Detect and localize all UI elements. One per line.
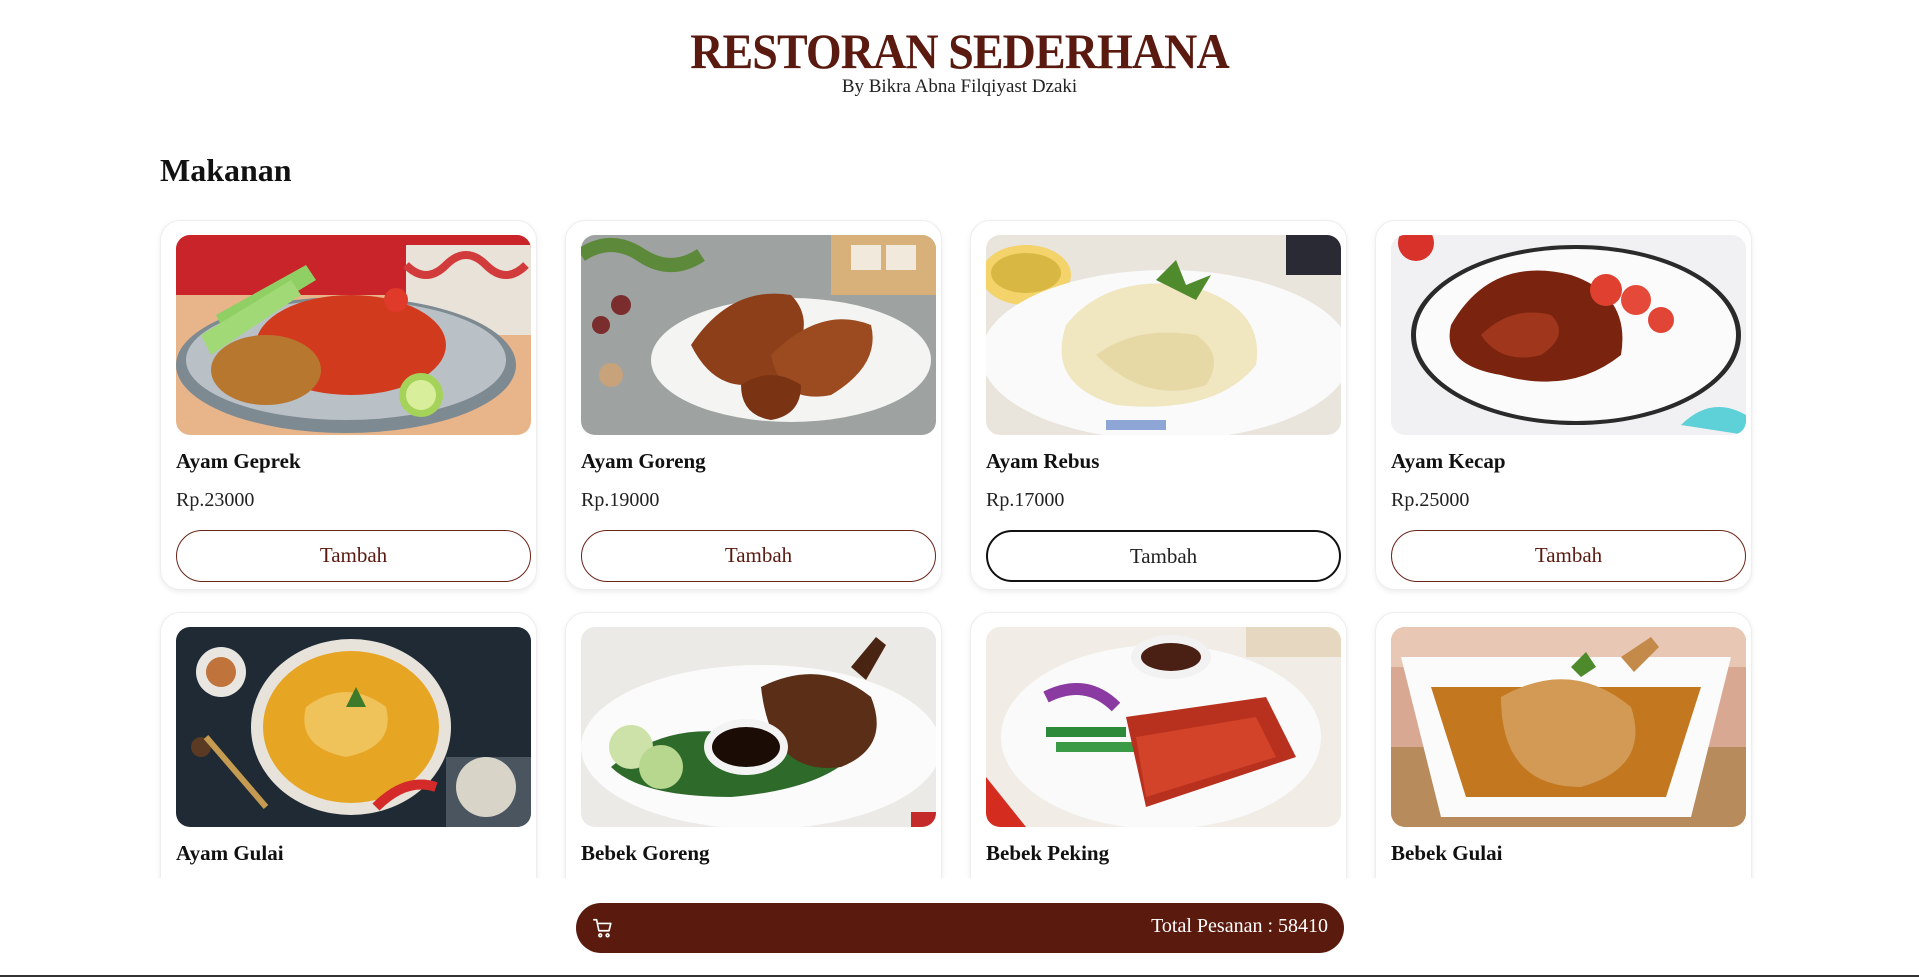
- food-price: Rp.23000: [176, 489, 255, 511]
- menu-card: Ayam Goreng Rp.19000 Tambah: [565, 220, 942, 590]
- food-name: Ayam Kecap: [1391, 449, 1506, 473]
- add-button[interactable]: Tambah: [1391, 530, 1746, 582]
- food-image: [1391, 627, 1746, 827]
- food-image: [176, 627, 531, 827]
- menu-card: Ayam Kecap Rp.25000 Tambah: [1375, 220, 1752, 590]
- menu-card: Bebek Gulai Tambah: [1375, 612, 1752, 878]
- food-image: [581, 627, 936, 827]
- menu-card: Ayam Geprek Rp.23000 Tambah: [160, 220, 537, 590]
- food-name: Ayam Gulai: [176, 841, 284, 865]
- cart-icon: [592, 917, 614, 939]
- food-name: Bebek Goreng: [581, 841, 710, 865]
- menu-grid: Ayam Geprek Rp.23000 Tambah Ayam Goreng …: [0, 0, 1919, 878]
- menu-card: Bebek Goreng Tambah: [565, 612, 942, 878]
- menu-card: Ayam Rebus Rp.17000 Tambah: [970, 220, 1347, 590]
- food-image: [581, 235, 936, 435]
- food-price: Rp.25000: [1391, 489, 1470, 511]
- add-button[interactable]: Tambah: [581, 530, 936, 582]
- menu-card: Ayam Gulai Tambah: [160, 612, 537, 878]
- food-name: Ayam Rebus: [986, 449, 1100, 473]
- add-button[interactable]: Tambah: [986, 530, 1341, 582]
- cart-total: Total Pesanan : 58410: [1151, 915, 1328, 937]
- food-name: Bebek Gulai: [1391, 841, 1503, 865]
- food-name: Ayam Geprek: [176, 449, 301, 473]
- food-name: Ayam Goreng: [581, 449, 706, 473]
- menu-card: Bebek Peking Tambah: [970, 612, 1347, 878]
- food-name: Bebek Peking: [986, 841, 1110, 865]
- food-image: [1391, 235, 1746, 435]
- food-price: Rp.17000: [986, 489, 1065, 511]
- food-image: [986, 627, 1341, 827]
- cart-bar[interactable]: Total Pesanan : 58410: [576, 903, 1344, 953]
- add-button[interactable]: Tambah: [176, 530, 531, 582]
- food-image: [176, 235, 531, 435]
- food-price: Rp.19000: [581, 489, 660, 511]
- food-image: [986, 235, 1341, 435]
